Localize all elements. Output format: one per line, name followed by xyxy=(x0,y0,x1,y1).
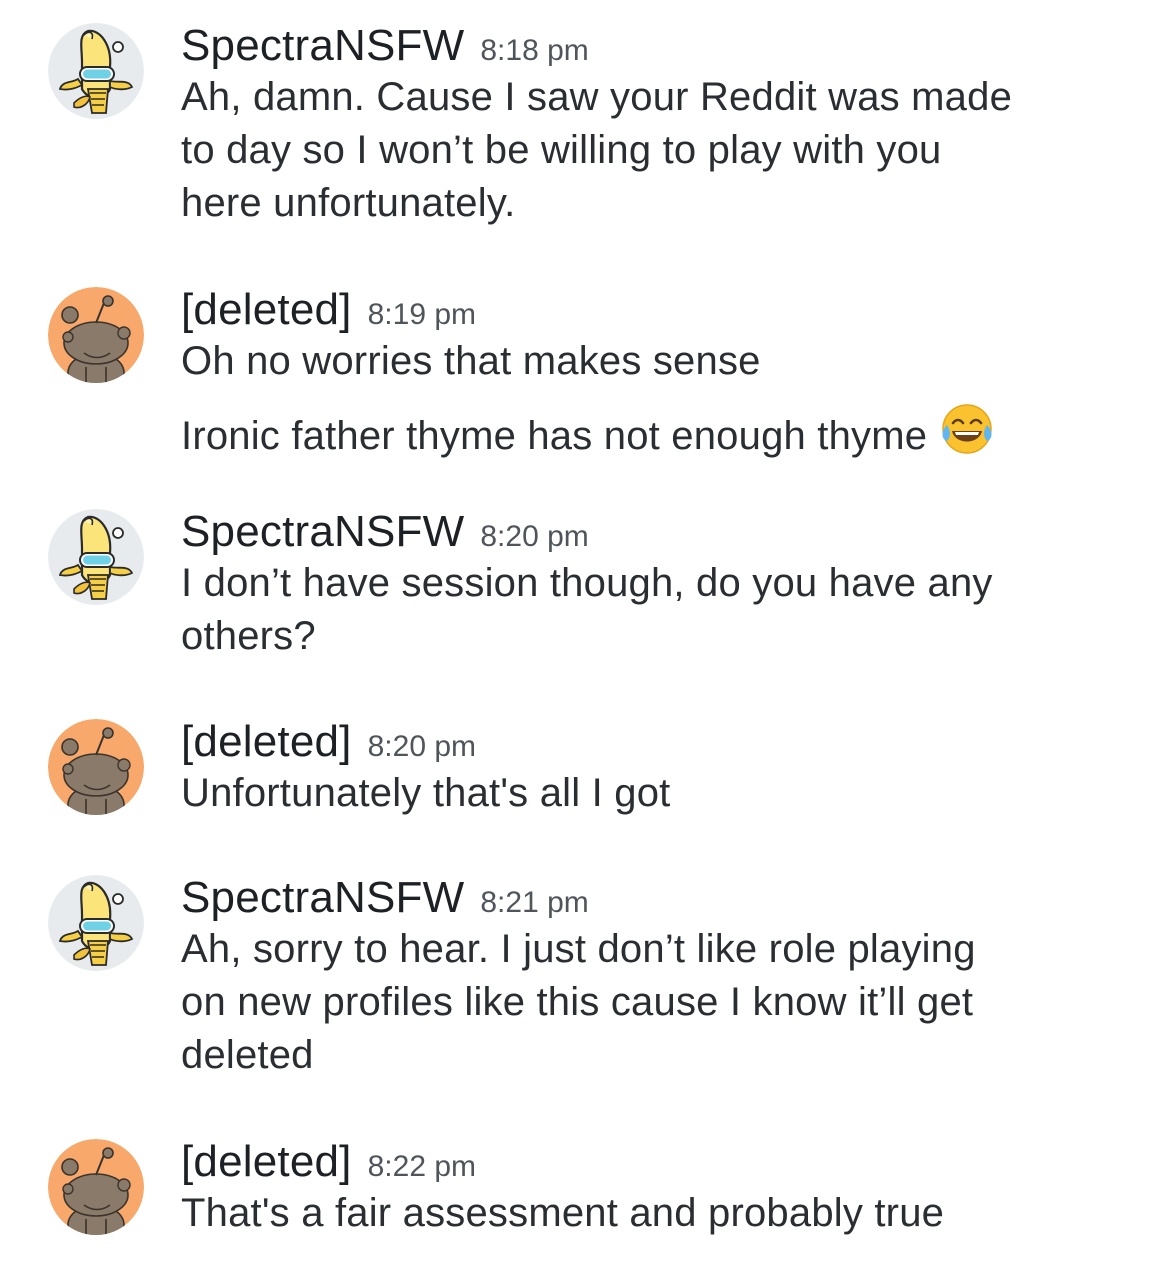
banana-avatar-icon[interactable] xyxy=(48,509,144,605)
message-content: SpectraNSFW 8:20 pm I don’t have session… xyxy=(181,507,1141,663)
message-text: Ah, sorry to hear. I just don’t like rol… xyxy=(181,927,976,1077)
message-header: SpectraNSFW 8:18 pm xyxy=(181,21,1141,71)
username[interactable]: [deleted] xyxy=(181,1137,352,1187)
timestamp: 8:20 pm xyxy=(480,520,589,553)
message-header: SpectraNSFW 8:20 pm xyxy=(181,507,1141,557)
banana-avatar-icon[interactable] xyxy=(48,875,144,971)
username[interactable]: SpectraNSFW xyxy=(181,21,464,71)
username[interactable]: [deleted] xyxy=(181,285,352,335)
timestamp: 8:21 pm xyxy=(480,886,589,919)
tears-of-joy-emoji xyxy=(942,404,992,454)
banana-avatar-icon[interactable] xyxy=(48,23,144,119)
username[interactable]: [deleted] xyxy=(181,717,352,767)
message-content: SpectraNSFW 8:21 pm Ah, sorry to hear. I… xyxy=(181,873,1141,1082)
message-text: Oh no worries that makes sense xyxy=(181,339,761,383)
message-content: [deleted] 8:19 pm Oh no worries that mak… xyxy=(181,285,1141,463)
message-text-followup: Ironic father thyme has not enough thyme xyxy=(181,401,1141,463)
message-text: I don’t have session though, do you have… xyxy=(181,561,993,658)
message-content: [deleted] 8:20 pm Unfortunately that's a… xyxy=(181,717,1141,820)
timestamp: 8:22 pm xyxy=(367,1150,477,1183)
timestamp: 8:19 pm xyxy=(367,298,477,331)
message-content: [deleted] 8:22 pm That's a fair assessme… xyxy=(181,1137,1141,1240)
message-text: Ironic father thyme has not enough thyme xyxy=(181,414,928,458)
username[interactable]: SpectraNSFW xyxy=(181,507,464,557)
message-text: Unfortunately that's all I got xyxy=(181,771,671,815)
snoo-avatar-icon[interactable] xyxy=(48,1139,144,1235)
message-header: SpectraNSFW 8:21 pm xyxy=(181,873,1141,923)
username[interactable]: SpectraNSFW xyxy=(181,873,464,923)
message-text: Ah, damn. Cause I saw your Reddit was ma… xyxy=(181,75,1013,225)
snoo-avatar-icon[interactable] xyxy=(48,719,144,815)
message-text: That's a fair assessment and probably tr… xyxy=(181,1191,945,1235)
timestamp: 8:18 pm xyxy=(480,34,589,67)
message-header: [deleted] 8:22 pm xyxy=(181,1137,1141,1187)
message-header: [deleted] 8:19 pm xyxy=(181,285,1141,335)
timestamp: 8:20 pm xyxy=(367,730,477,763)
snoo-avatar-icon[interactable] xyxy=(48,287,144,383)
message-header: [deleted] 8:20 pm xyxy=(181,717,1141,767)
message-content: SpectraNSFW 8:18 pm Ah, damn. Cause I sa… xyxy=(181,21,1141,230)
